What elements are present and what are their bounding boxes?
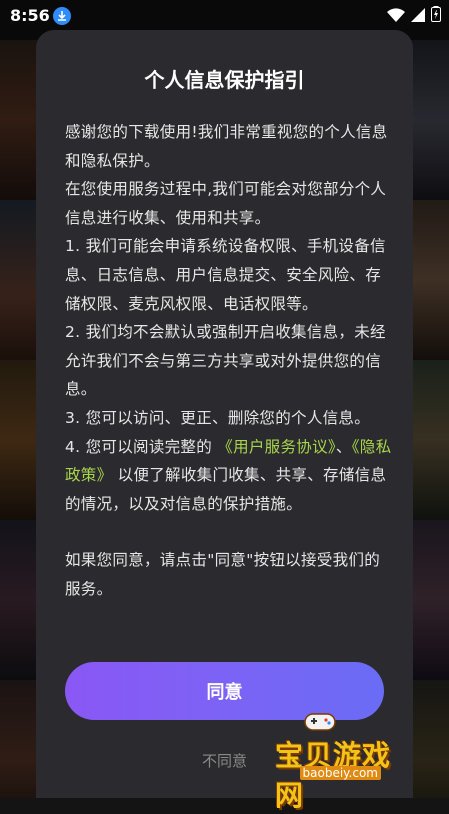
wifi-icon [387, 7, 405, 26]
consent-paragraph: 如果您同意，请点击"同意"按钮以接受我们的服务。 [65, 551, 381, 598]
status-bar: 8:56 [0, 0, 449, 32]
battery-icon [431, 6, 441, 26]
read-agreements-prefix: 4. 您可以阅读完整的 [65, 437, 213, 456]
usage-paragraph: 在您使用服务过程中,我们可能会对您部分个人信息进行收集、使用和共享。 [65, 180, 387, 227]
dialog-body: 感谢您的下载使用!我们非常重视您的个人信息和隐私保护。 在您使用服务过程中,我们… [65, 118, 395, 604]
status-time: 8:56 [10, 6, 50, 25]
read-agreements-paragraph: 4. 您可以阅读完整的 《用户服务协议》、《隐私政策》 以便了解收集门收集、共享… [65, 433, 395, 519]
intro-paragraph: 感谢您的下载使用!我们非常重视您的个人信息和隐私保护。 [65, 123, 388, 170]
dialog-title: 个人信息保护指引 [144, 68, 305, 92]
permissions-paragraph: 1. 我们可能会申请系统设备权限、手机设备信息、日志信息、用户信息提交、安全风险… [65, 237, 386, 313]
no-default-collection-paragraph: 2. 我们均不会默认或强制开启收集信息，未经允许我们不会与第三方共享或对外提供您… [65, 323, 386, 399]
watermark-url: baobeiy.com [299, 766, 381, 780]
download-icon [53, 7, 71, 25]
access-rights-paragraph: 3. 您可以访问、更正、删除您的个人信息。 [65, 408, 371, 427]
gamepad-icon [304, 713, 336, 731]
privacy-dialog: 个人信息保护指引 感谢您的下载使用!我们非常重视您的个人信息和隐私保护。 在您使… [36, 30, 413, 798]
watermark-logo: 宝贝游戏网 baobeiy.com [275, 712, 415, 812]
user-agreement-link[interactable]: 《用户服务协议》 [217, 438, 336, 456]
signal-icon [411, 7, 425, 26]
agreements-separator: 、 [335, 437, 352, 456]
